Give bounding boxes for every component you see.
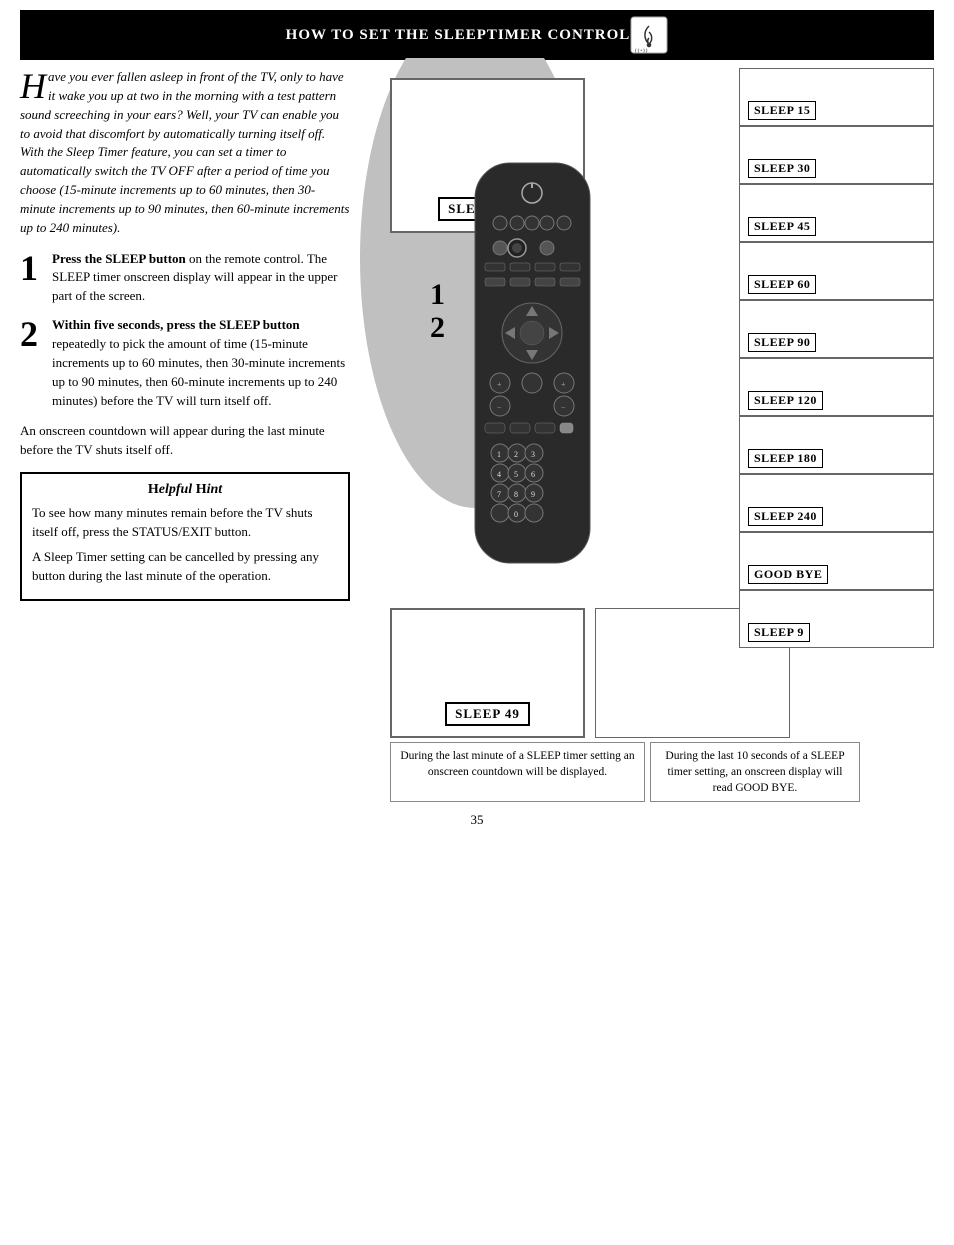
step-1-text: Press the SLEEP button on the remote con… [52, 250, 350, 307]
step-1: 1 Press the SLEEP button on the remote c… [20, 250, 350, 307]
captions-row: During the last minute of a SLEEP timer … [360, 742, 934, 802]
sleep-panel-45-label: SLEEP 45 [748, 217, 816, 236]
sleep-panel-15: SLEEP 15 [739, 68, 934, 126]
svg-text:+: + [497, 380, 502, 389]
tv-screen-bottom-label: SLEEP 49 [445, 702, 530, 726]
page-header: How to set the Sleeptimer Control ((•)) [20, 10, 934, 60]
intro-text: Have you ever fallen asleep in front of … [20, 68, 350, 238]
intro-body: ave you ever fallen asleep in front of t… [20, 69, 349, 235]
sleep-panel-60: SLEEP 60 [739, 242, 934, 300]
svg-text:7: 7 [497, 490, 501, 499]
hint-title-small-caps: H [148, 482, 159, 497]
step-1-bold: Press the SLEEP button [52, 251, 186, 266]
svg-text:3: 3 [531, 450, 535, 459]
caption-right: During the last 10 seconds of a SLEEP ti… [650, 742, 860, 802]
sleep-panel-30-label: SLEEP 30 [748, 159, 816, 178]
sleep-panel-120-label: SLEEP 120 [748, 391, 823, 410]
step-overlay: 1 2 [430, 278, 445, 344]
wireless-icon: ((•)) [630, 16, 668, 54]
right-column: SLEEP OFF 1 2 [360, 68, 934, 806]
hint-text-2: A Sleep Timer setting can be cancelled b… [32, 548, 338, 586]
hint-text-1: To see how many minutes remain before th… [32, 504, 338, 542]
svg-text:4: 4 [497, 470, 501, 479]
sleep-panel-240: SLEEP 240 [739, 474, 934, 532]
svg-text:9: 9 [531, 490, 535, 499]
svg-text:0: 0 [514, 510, 518, 519]
sleep-panels-right: SLEEP 15 SLEEP 30 SLEEP 45 SLEEP 60 SLEE… [739, 68, 934, 648]
hint-title: Helpful Hint [32, 482, 338, 498]
sleep-panel-goodbye-label: GOOD BYE [748, 565, 828, 584]
step-2-rest: repeatedly to pick the amount of time (1… [52, 336, 345, 408]
remote-svg: + + − − [460, 158, 605, 578]
step-2-number: 2 [20, 316, 44, 352]
steps-area: 1 Press the SLEEP button on the remote c… [20, 250, 350, 411]
sleep-panel-9: SLEEP 9 [739, 590, 934, 648]
sleep-panel-180-label: SLEEP 180 [748, 449, 823, 468]
step-overlay-2: 2 [430, 311, 445, 344]
tv-screen-bottom: SLEEP 49 [390, 608, 585, 738]
svg-text:6: 6 [531, 470, 535, 479]
svg-text:−: − [561, 403, 566, 412]
step-2-bold: Within five seconds, press the SLEEP but… [52, 317, 300, 332]
drop-cap: H [20, 72, 46, 101]
countdown-note: An onscreen countdown will appear during… [20, 422, 350, 460]
sleep-panel-120: SLEEP 120 [739, 358, 934, 416]
sleep-panel-180: SLEEP 180 [739, 416, 934, 474]
svg-text:8: 8 [514, 490, 518, 499]
sleep-panel-45: SLEEP 45 [739, 184, 934, 242]
sleep-panel-9-label: SLEEP 9 [748, 623, 810, 642]
sleep-panel-30: SLEEP 30 [739, 126, 934, 184]
sleep-panel-240-label: SLEEP 240 [748, 507, 823, 526]
svg-text:1: 1 [497, 450, 501, 459]
step-2-text: Within five seconds, press the SLEEP but… [52, 316, 350, 410]
left-column: Have you ever fallen asleep in front of … [20, 68, 360, 806]
sleep-panel-15-label: SLEEP 15 [748, 101, 816, 120]
sleep-panel-90-label: SLEEP 90 [748, 333, 816, 352]
step-2: 2 Within five seconds, press the SLEEP b… [20, 316, 350, 410]
svg-text:2: 2 [514, 450, 518, 459]
diagram-top: SLEEP OFF 1 2 [360, 68, 934, 598]
main-content: Have you ever fallen asleep in front of … [20, 60, 934, 806]
sleep-panel-90: SLEEP 90 [739, 300, 934, 358]
step-1-number: 1 [20, 250, 44, 286]
svg-text:−: − [497, 403, 502, 412]
svg-text:5: 5 [514, 470, 518, 479]
step-overlay-1: 1 [430, 278, 445, 311]
hint-box: Helpful Hint To see how many minutes rem… [20, 472, 350, 601]
remote-control: + + − − [460, 158, 605, 582]
sleep-panel-60-label: SLEEP 60 [748, 275, 816, 294]
sleep-panel-goodbye: GOOD BYE [739, 532, 934, 590]
svg-text:+: + [561, 380, 566, 389]
page-number: 35 [0, 812, 954, 828]
caption-left: During the last minute of a SLEEP timer … [390, 742, 645, 802]
header-title: How to set the Sleeptimer Control [286, 27, 631, 44]
svg-text:((•)): ((•)) [635, 49, 648, 54]
hint-title-hint: H [196, 482, 207, 497]
